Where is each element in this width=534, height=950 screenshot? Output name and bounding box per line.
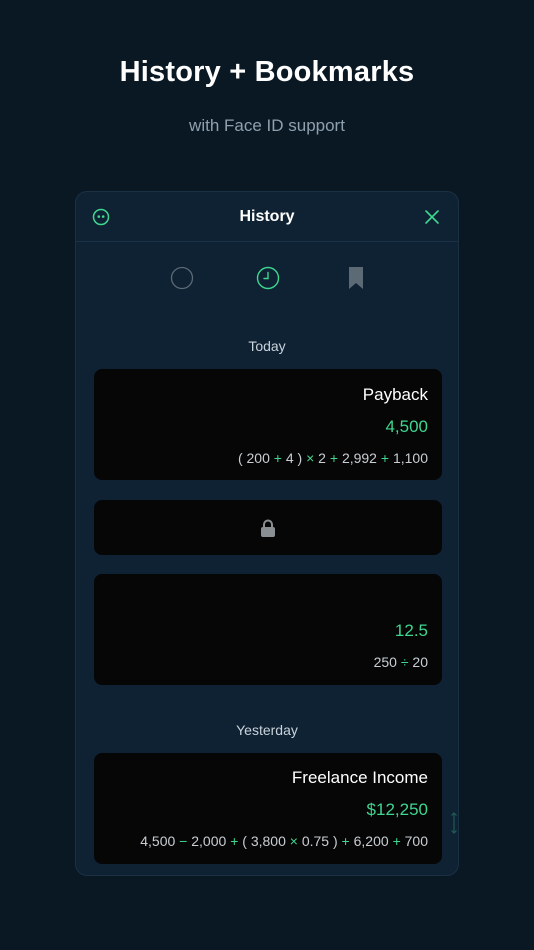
expr-token: 250 <box>373 654 397 670</box>
expr-token: 0.75 <box>301 833 330 849</box>
entry-result: 4,500 <box>385 417 428 436</box>
expr-token: 200 <box>246 450 270 466</box>
expr-token: 2,992 <box>341 450 377 466</box>
expr-operator: × <box>289 833 298 849</box>
expr-token: 4 <box>285 450 294 466</box>
expr-token: 700 <box>404 833 428 849</box>
expr-operator: + <box>329 450 339 466</box>
tab-history-clock-icon[interactable] <box>256 266 280 290</box>
expr-operator: × <box>306 450 315 466</box>
tab-all-circle-icon[interactable] <box>170 266 194 290</box>
history-entry-freelance[interactable]: Freelance Income $12,250 4,500 − 2,000 +… <box>94 753 442 864</box>
hero-title: History + Bookmarks <box>119 56 415 88</box>
entry-expression: 250 ÷ 20 <box>374 654 428 670</box>
entry-result: 12.5 <box>394 621 428 640</box>
expr-token: ) <box>297 450 303 466</box>
expr-operator: − <box>179 833 188 849</box>
expr-token: 2 <box>318 450 326 466</box>
expr-operator: + <box>392 833 401 849</box>
expr-operator: + <box>380 450 390 466</box>
entry-expression: ( 200 + 4 ) × 2 + 2,992 + 1,100 <box>238 450 428 466</box>
expr-token: 20 <box>412 654 428 670</box>
close-icon[interactable] <box>424 209 440 225</box>
history-panel: History Today Payback 4,500 ( 200 + 4 ) … <box>75 191 459 876</box>
history-tabs <box>76 266 458 290</box>
expr-token: 6,200 <box>353 833 389 849</box>
tab-bookmarks-bookmark-icon[interactable] <box>344 266 368 290</box>
expr-token: 3,800 <box>250 833 286 849</box>
section-yesterday: Yesterday <box>236 722 298 738</box>
panel-title: History <box>239 208 295 225</box>
expr-operator: + <box>230 833 239 849</box>
history-entry-locked[interactable] <box>94 500 442 555</box>
expr-operator: + <box>273 450 282 466</box>
history-entry-division[interactable]: 12.5 250 ÷ 20 <box>94 574 442 685</box>
expr-token: ) <box>332 833 338 849</box>
panel-header: History <box>76 192 458 242</box>
expr-token: 2,000 <box>191 833 227 849</box>
expr-token: 4,500 <box>140 833 176 849</box>
expr-operator: + <box>341 833 350 849</box>
history-entry-payback[interactable]: Payback 4,500 ( 200 + 4 ) × 2 + 2,992 + … <box>94 369 442 480</box>
entry-title: Freelance Income <box>291 768 428 787</box>
entry-expression: 4,500 − 2,000 + ( 3,800 × 0.75 ) + 6,200… <box>140 833 428 849</box>
expr-operator: ÷ <box>400 654 409 670</box>
expr-token: ( <box>242 833 247 849</box>
lock-icon <box>261 519 275 537</box>
expr-token: 1,100 <box>392 450 428 466</box>
scroll-resize-handle-icon[interactable] <box>450 812 458 834</box>
entry-title: Payback <box>362 385 428 404</box>
hero-subtitle: with Face ID support <box>189 116 345 135</box>
section-today: Today <box>248 338 286 354</box>
expr-token: ( <box>237 450 243 466</box>
entry-result: $12,250 <box>366 800 428 819</box>
